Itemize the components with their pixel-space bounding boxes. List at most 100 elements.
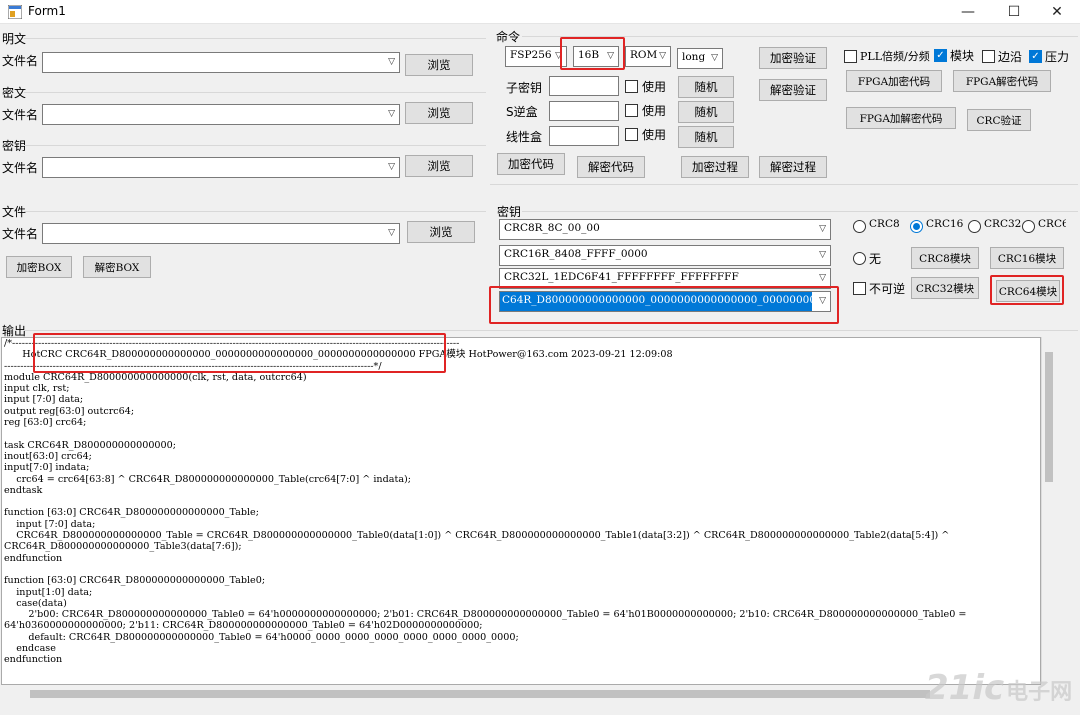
file-group-label: 文件	[2, 205, 27, 219]
file-filename-label: 文件名	[2, 227, 39, 241]
decrypt-code-button[interactable]: 解密代码	[577, 156, 645, 178]
linbox-label: 线性盒	[506, 130, 543, 144]
file-browse-button[interactable]: 浏览	[407, 221, 475, 243]
linbox-use-checkbox[interactable]	[625, 128, 638, 141]
none-radio[interactable]	[853, 252, 866, 265]
linbox-random-button[interactable]: 随机	[678, 126, 734, 148]
edge-checkbox[interactable]	[982, 50, 995, 63]
ciphertext-group-label: 密文	[2, 86, 27, 100]
ciphertext-filename-label: 文件名	[2, 108, 39, 122]
crc32-module-button[interactable]: CRC32模块	[911, 277, 979, 299]
decrypt-process-button[interactable]: 解密过程	[759, 156, 827, 178]
ciphertext-file-combo[interactable]: ▽	[42, 104, 400, 125]
module-label: 模块	[950, 49, 975, 63]
crc8-module-button[interactable]: CRC8模块	[911, 247, 979, 269]
crc16-key-combo[interactable]: CRC16R_8408_FFFF_0000 ▽	[499, 245, 831, 266]
encrypt-box-button[interactable]: 加密BOX	[6, 256, 72, 278]
close-icon[interactable]: ✕	[1034, 0, 1080, 24]
output-code: /*--------------------------------------…	[4, 338, 967, 666]
module-checkbox[interactable]: ✓	[934, 49, 947, 62]
crc8-key-combo[interactable]: CRC8R_8C_00_00 ▽	[499, 219, 831, 240]
subkey-use-checkbox[interactable]	[625, 80, 638, 93]
divider	[24, 145, 486, 146]
subkey-random-button[interactable]: 随机	[678, 76, 734, 98]
chevron-down-icon: ▽	[711, 53, 718, 63]
keyfile-filename-label: 文件名	[2, 161, 39, 175]
chevron-down-icon: ▽	[819, 273, 826, 283]
irreversible-label: 不可逆	[869, 282, 906, 296]
fpga-encdec-code-button[interactable]: FPGA加解密代码	[846, 107, 956, 129]
decrypt-verify-button[interactable]: 解密验证	[759, 79, 827, 101]
crc32-radio[interactable]	[968, 220, 981, 233]
pressure-checkbox[interactable]: ✓	[1029, 50, 1042, 63]
encrypt-verify-button[interactable]: 加密验证	[759, 47, 827, 69]
linbox-input[interactable]	[549, 126, 619, 146]
output-textbox[interactable]: /*--------------------------------------…	[1, 337, 1041, 685]
divider	[24, 38, 486, 39]
window-title: Form1	[28, 4, 66, 18]
sbox-input[interactable]	[549, 101, 619, 121]
plaintext-filename-label: 文件名	[2, 54, 39, 68]
chevron-down-icon: ▽	[388, 57, 395, 67]
sbox-use-checkbox[interactable]	[625, 104, 638, 117]
fpga-encrypt-code-button[interactable]: FPGA加密代码	[846, 70, 942, 92]
divider	[24, 330, 1078, 331]
plaintext-browse-button[interactable]: 浏览	[405, 54, 473, 76]
file-file-combo[interactable]: ▽	[42, 223, 400, 244]
crc64-radio[interactable]	[1022, 220, 1035, 233]
watermark: 21ic电子网	[925, 668, 1073, 708]
pressure-label: 压力	[1045, 50, 1070, 64]
title-bar: Form1 — ☐ ✕	[0, 0, 1080, 24]
subkey-input[interactable]	[549, 76, 619, 96]
app-icon	[8, 5, 22, 19]
crc-verify-button[interactable]: CRC验证	[967, 109, 1031, 131]
crc16-radio[interactable]	[910, 220, 923, 233]
none-radio-label: 无	[869, 252, 882, 266]
plaintext-group-label: 明文	[2, 32, 27, 46]
maximize-icon[interactable]: ☐	[991, 0, 1037, 24]
command-group-label: 命令	[496, 30, 521, 44]
pll-checkbox[interactable]	[844, 50, 857, 63]
minimize-icon[interactable]: —	[945, 0, 991, 24]
chevron-down-icon: ▽	[388, 162, 395, 172]
horizontal-scroll-thumb[interactable]	[30, 690, 930, 698]
highlight-box	[560, 37, 625, 70]
crc16-module-button[interactable]: CRC16模块	[990, 247, 1064, 269]
decrypt-box-button[interactable]: 解密BOX	[83, 256, 151, 278]
crc64-radio-label: CRC64	[1038, 218, 1066, 230]
subkey-label: 子密钥	[506, 81, 543, 95]
chevron-down-icon: ▽	[388, 109, 395, 119]
highlight-box	[990, 275, 1064, 305]
mode-combo[interactable]: FSP256 ▽	[505, 46, 567, 67]
divider	[24, 211, 486, 212]
keyfile-file-combo[interactable]: ▽	[42, 157, 400, 178]
vertical-scroll-thumb[interactable]	[1045, 352, 1053, 482]
edge-label: 边沿	[998, 50, 1023, 64]
chevron-down-icon: ▽	[388, 228, 395, 238]
crc32-radio-label: CRC32	[984, 218, 1022, 230]
crc8-radio[interactable]	[853, 220, 866, 233]
pll-label: PLL倍频/分频	[860, 50, 930, 63]
plaintext-file-combo[interactable]: ▽	[42, 52, 400, 73]
sbox-label: S逆盒	[506, 105, 538, 119]
chevron-down-icon: ▽	[659, 51, 666, 61]
encrypt-process-button[interactable]: 加密过程	[681, 156, 749, 178]
fpga-decrypt-code-button[interactable]: FPGA解密代码	[953, 70, 1051, 92]
keyfile-group-label: 密钥	[2, 139, 27, 153]
key-group-label: 密钥	[497, 205, 522, 219]
encrypt-code-button[interactable]: 加密代码	[497, 153, 565, 175]
highlight-box	[33, 333, 446, 373]
memory-combo[interactable]: ROM ▽	[625, 46, 671, 67]
ciphertext-browse-button[interactable]: 浏览	[405, 102, 473, 124]
divider	[522, 211, 1078, 212]
sbox-random-button[interactable]: 随机	[678, 101, 734, 123]
keyfile-browse-button[interactable]: 浏览	[405, 155, 473, 177]
type-combo[interactable]: long ▽	[677, 48, 723, 69]
sbox-use-label: 使用	[642, 104, 667, 118]
crc16-radio-label: CRC16	[926, 218, 964, 230]
linbox-use-label: 使用	[642, 128, 667, 142]
irreversible-checkbox[interactable]	[853, 282, 866, 295]
divider	[24, 92, 486, 93]
highlight-box	[489, 286, 839, 324]
chevron-down-icon: ▽	[819, 250, 826, 260]
